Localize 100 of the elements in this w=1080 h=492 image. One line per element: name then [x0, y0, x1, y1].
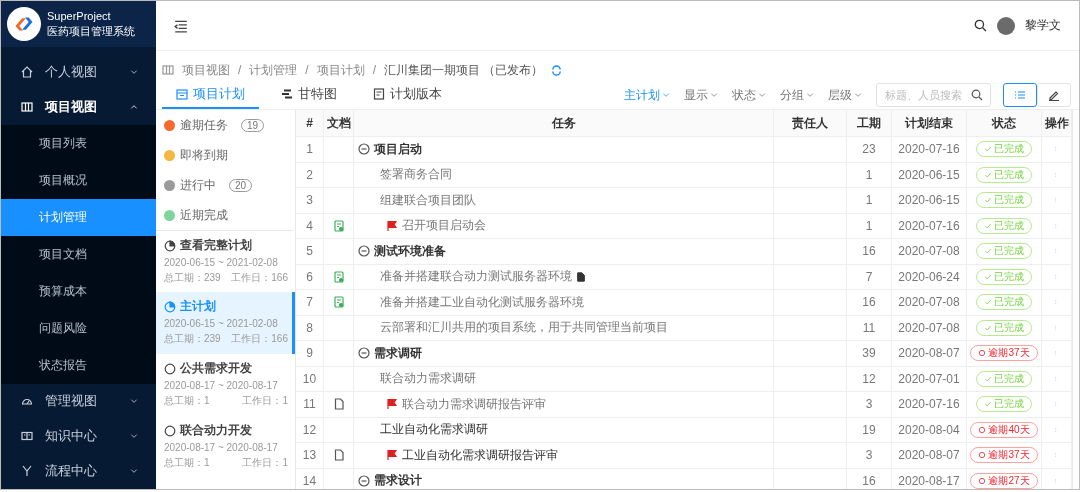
filter-item[interactable]: 近期完成 [156, 200, 295, 230]
table-cell: 14 [296, 468, 324, 489]
user-avatar[interactable] [997, 16, 1015, 35]
task-title[interactable]: 云部署和汇川共用的项目系统，用于共同管理当前项目 [380, 319, 668, 337]
check-icon [984, 323, 992, 332]
table-cell: 3 [296, 188, 324, 213]
chevron-down-icon [710, 91, 718, 99]
table-cell: 2020-06-15 [892, 162, 967, 187]
table-cell: 13 [296, 443, 324, 468]
fork-icon [21, 465, 33, 478]
collapse-icon[interactable] [358, 474, 370, 487]
task-title[interactable]: 召开项目启动会 [402, 217, 486, 235]
column-header: 状态 [967, 110, 1042, 136]
document-icon [332, 219, 345, 232]
submenu-item[interactable]: 项目概况 [1, 161, 156, 199]
dropdown[interactable]: 分组 [780, 86, 814, 104]
filter-item[interactable]: 逾期任务 19 [156, 110, 295, 140]
collapse-icon[interactable] [358, 143, 370, 156]
breadcrumb-separator: / [372, 63, 377, 77]
filter-item[interactable]: 进行中 20 [156, 170, 295, 200]
plan-dates: 2020-06-15 ~ 2021-02-08 [164, 257, 278, 268]
plan-item[interactable]: 公共需求开发 2020-08-17 ~ 2020-08-17 总工期：1 工作日：1 [156, 354, 295, 416]
table-cell: 1 [296, 137, 324, 162]
menu-item[interactable]: 个人视图 [1, 54, 156, 90]
task-title[interactable]: 准备并搭建工业自动化测试服务器环境 [380, 293, 584, 311]
submenu-item[interactable]: 问题风险 [1, 309, 156, 347]
table-cell: 2020-07-16 [892, 392, 967, 417]
collapse-icon[interactable] [358, 245, 370, 258]
edit-button[interactable] [1037, 83, 1071, 107]
plan-item[interactable]: 联合动力开发 2020-08-17 ~ 2020-08-17 总工期：1 工作日：1 [156, 416, 295, 478]
circle-icon [978, 349, 987, 358]
task-title[interactable]: 需求设计 [374, 472, 422, 489]
search-icon[interactable] [974, 19, 987, 32]
plan-duration: 总工期：239 [164, 332, 221, 346]
plan-duration: 总工期：239 [164, 271, 221, 285]
check-icon [984, 221, 992, 230]
list-icon [1014, 89, 1026, 101]
submenu-item[interactable]: 预算成本 [1, 272, 156, 310]
task-title[interactable]: 准备并搭建联合动力测试服务器环境 [380, 268, 572, 286]
breadcrumb-link[interactable]: 项目计划 [316, 61, 365, 79]
plan-workdays: 工作日：166 [231, 271, 288, 285]
column-header: 操作 [1042, 110, 1072, 136]
table-cell: 1 [847, 188, 892, 213]
submenu-item[interactable]: 项目文档 [1, 235, 156, 273]
chevron-down-icon [854, 91, 862, 99]
submenu-item[interactable]: 项目列表 [1, 124, 156, 162]
grid-icon [162, 64, 174, 76]
breadcrumb-separator: / [238, 63, 242, 77]
plan-title: 公共需求开发 [180, 360, 252, 377]
task-title[interactable]: 项目启动 [374, 140, 422, 158]
dropdown[interactable]: 显示 [684, 86, 718, 104]
check-icon [984, 247, 992, 256]
plan-title: 查看完整计划 [180, 237, 252, 254]
dropdown[interactable]: 状态 [732, 86, 766, 104]
table-cell: 10 [296, 366, 324, 391]
refresh-icon[interactable] [551, 64, 563, 76]
breadcrumb-separator: / [305, 63, 309, 77]
task-title[interactable]: 工业自动化需求调研 [380, 421, 488, 439]
task-title[interactable]: 工业自动化需求调研报告评审 [402, 446, 558, 464]
plan-duration: 总工期：1 [164, 456, 210, 470]
submenu-item[interactable]: 状态报告 [1, 346, 156, 384]
menu-item[interactable]: 管理视图 [1, 383, 156, 419]
progress-icon [164, 300, 176, 313]
column-header: 计划结束 [892, 110, 967, 136]
menu-item[interactable]: 知识中心 [1, 418, 156, 454]
table-cell: 2020-07-08 [892, 239, 967, 264]
task-title[interactable]: 需求调研 [374, 344, 422, 362]
table-cell: 3 [847, 443, 892, 468]
chevron-down-icon [662, 91, 670, 99]
task-title[interactable]: 组建联合项目团队 [380, 191, 476, 209]
filter-item[interactable]: 即将到期 [156, 140, 295, 170]
menu-fold-icon[interactable] [174, 18, 188, 33]
task-title[interactable]: 联合动力需求调研 [380, 370, 476, 388]
plan-title: 主计划 [180, 298, 216, 315]
breadcrumb-link[interactable]: 项目视图 [182, 61, 230, 79]
pencil-icon [1048, 89, 1060, 101]
column-header: # [296, 110, 324, 136]
menu-item[interactable]: 项目视图 [1, 89, 156, 125]
table-cell: 12 [847, 366, 892, 391]
menu-item[interactable]: 流程中心 [1, 453, 156, 489]
check-icon [984, 196, 992, 205]
table-cell: 3 [847, 392, 892, 417]
tab[interactable]: 计划版本 [359, 81, 456, 109]
task-title[interactable]: 测试环境准备 [374, 242, 446, 260]
collapse-icon[interactable] [358, 347, 370, 360]
chevron-down-icon [130, 467, 138, 476]
table-cell: 16 [847, 239, 892, 264]
tab[interactable]: 甘特图 [267, 81, 351, 109]
table-cell: 16 [847, 468, 892, 489]
check-icon [984, 170, 992, 179]
task-title[interactable]: 签署商务合同 [380, 166, 452, 184]
chevron-down-icon [130, 68, 138, 77]
dropdown[interactable]: 层级 [828, 86, 862, 104]
task-title[interactable]: 联合动力需求调研报告评审 [402, 395, 546, 413]
table-cell: 2020-07-16 [892, 213, 967, 238]
search-field[interactable]: 标题、人员搜索 [876, 83, 991, 107]
gantt-icon [281, 88, 293, 100]
file-icon [332, 398, 345, 411]
breadcrumb-link[interactable]: 计划管理 [249, 61, 298, 79]
user-name[interactable]: 黎学文 [1025, 17, 1061, 34]
